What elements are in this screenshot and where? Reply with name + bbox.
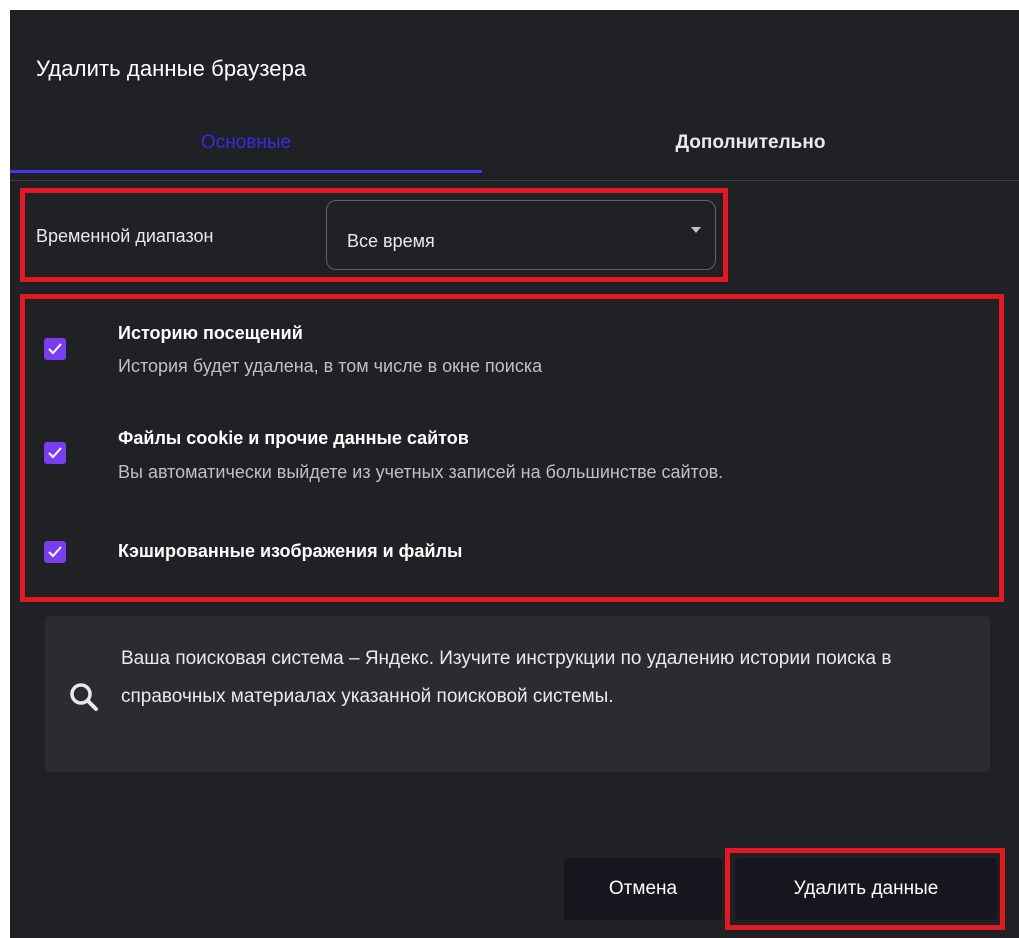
- checkmark-icon: [48, 546, 62, 558]
- clear-browsing-data-dialog: Удалить данные браузера Основные Дополни…: [10, 10, 1019, 938]
- checkmark-icon: [48, 343, 62, 355]
- checkbox-history[interactable]: [44, 338, 66, 360]
- checkbox-cookies[interactable]: [44, 442, 66, 464]
- checkmark-icon: [48, 447, 62, 459]
- option-desc-history: История будет удалена, в том числе в окн…: [118, 356, 543, 376]
- option-desc-cookies: Вы автоматически выйдете из учетных запи…: [118, 462, 724, 482]
- time-range-selected-value: Все время: [347, 231, 435, 251]
- cancel-button[interactable]: Отмена: [564, 858, 722, 920]
- option-title-cookies: Файлы cookie и прочие данные сайтов: [118, 428, 469, 448]
- option-title-history: Историю посещений: [118, 323, 303, 343]
- dialog-title: Удалить данные браузера: [36, 56, 307, 81]
- search-icon: [70, 683, 98, 711]
- delete-data-button[interactable]: Удалить данные: [735, 858, 997, 920]
- tab-advanced[interactable]: Дополнительно: [482, 116, 1019, 180]
- time-range-label: Временной диапазон: [36, 226, 214, 246]
- search-engine-info: Ваша поисковая система – Яндекс. Изучите…: [45, 616, 990, 772]
- active-tab-indicator: [10, 170, 482, 173]
- search-engine-info-text: Ваша поисковая система – Яндекс. Изучите…: [121, 648, 892, 707]
- option-title-cache: Кэшированные изображения и файлы: [118, 541, 463, 561]
- checkbox-cache[interactable]: [44, 541, 66, 563]
- dropdown-arrow-icon: [691, 227, 701, 233]
- time-range-select[interactable]: Все время: [326, 200, 716, 270]
